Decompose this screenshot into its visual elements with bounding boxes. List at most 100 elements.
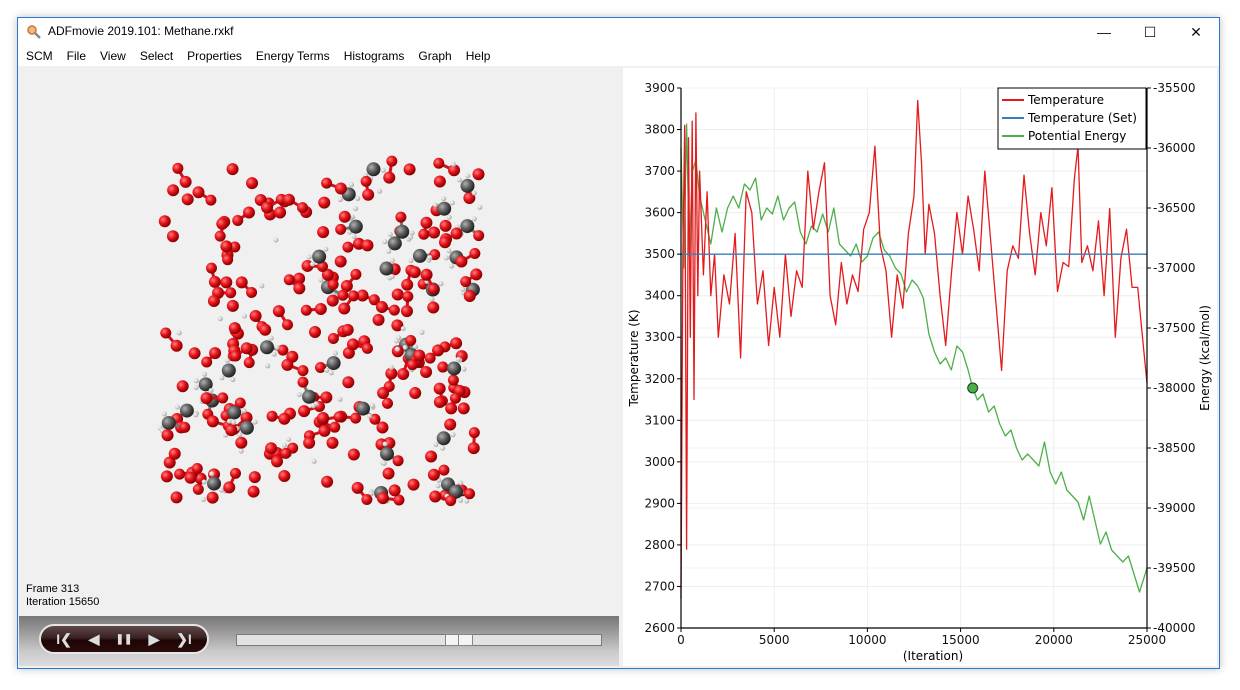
hydrogen-atom bbox=[174, 404, 180, 410]
menu-scm[interactable]: SCM bbox=[18, 46, 60, 66]
current-frame-marker bbox=[967, 382, 979, 394]
oxygen-atom bbox=[283, 274, 295, 286]
oxygen-atom bbox=[455, 255, 468, 268]
hydrogen-atom bbox=[465, 173, 471, 179]
legend[interactable]: Temperature Temperature (Set) Potential En… bbox=[997, 87, 1147, 150]
y-tick-label: 3600 bbox=[644, 206, 675, 220]
hydrogen-atom bbox=[389, 258, 395, 264]
hydrogen-atom bbox=[324, 367, 330, 373]
carbon-atom bbox=[161, 415, 176, 430]
oxygen-atom bbox=[170, 491, 183, 504]
oxygen-atom bbox=[220, 276, 233, 289]
oxygen-atom bbox=[457, 402, 470, 415]
oxygen-atom bbox=[176, 380, 189, 393]
carbon-atom bbox=[379, 261, 394, 276]
hydrogen-atom bbox=[438, 281, 444, 287]
oxygen-atom bbox=[274, 206, 287, 219]
oxygen-atom bbox=[386, 155, 398, 167]
temperature-line bbox=[680, 99, 1148, 599]
previous-frame-button[interactable]: ◀ bbox=[83, 631, 105, 648]
oxygen-atom bbox=[229, 467, 241, 479]
last-frame-button[interactable]: ❯I bbox=[173, 631, 195, 648]
menu-select[interactable]: Select bbox=[133, 46, 180, 66]
oxygen-atom bbox=[361, 239, 374, 252]
oxygen-atom bbox=[320, 391, 333, 404]
oxygen-atom bbox=[468, 427, 480, 439]
energy-temperature-chart[interactable]: 2600 2700 2800 2900 3000 3100 3200 3300 3400 3500… bbox=[623, 68, 1217, 666]
oxygen-atom bbox=[427, 301, 440, 314]
maximize-icon: ☐ bbox=[1143, 23, 1157, 40]
molecule-viewer[interactable]: Frame 313 Iteration 15650 I❮ ◀ ❚❚ ▶ ❯I bbox=[19, 68, 619, 666]
oxygen-atom bbox=[225, 424, 238, 437]
molecule-canvas[interactable] bbox=[19, 68, 619, 588]
oxygen-atom bbox=[420, 216, 433, 229]
menu-help[interactable]: Help bbox=[459, 46, 498, 66]
hydrogen-atom bbox=[394, 338, 400, 344]
oxygen-atom bbox=[438, 464, 450, 476]
menu-histograms[interactable]: Histograms bbox=[337, 46, 412, 66]
maximize-button[interactable]: ☐ bbox=[1127, 18, 1173, 46]
menu-energy-terms[interactable]: Energy Terms bbox=[249, 46, 337, 66]
oxygen-atom bbox=[470, 268, 483, 281]
close-icon: ✕ bbox=[1190, 23, 1202, 40]
carbon-atom bbox=[395, 224, 410, 239]
oxygen-atom bbox=[418, 228, 430, 240]
oxygen-atom bbox=[439, 219, 452, 232]
oxygen-atom bbox=[425, 450, 438, 463]
carbon-atom bbox=[260, 340, 275, 355]
first-frame-button[interactable]: I❮ bbox=[53, 631, 75, 648]
hydrogen-atom bbox=[387, 231, 393, 237]
oxygen-atom bbox=[472, 168, 485, 181]
next-frame-button[interactable]: ▶ bbox=[143, 631, 165, 648]
hydrogen-atom bbox=[161, 411, 167, 417]
y-tick-label: 2800 bbox=[644, 538, 675, 552]
oxygen-atom bbox=[405, 335, 417, 347]
oxygen-atom bbox=[450, 337, 463, 350]
hydrogen-atom bbox=[382, 441, 388, 447]
minimize-button[interactable]: — bbox=[1081, 18, 1127, 46]
hydrogen-atom bbox=[367, 413, 373, 419]
legend-label[interactable]: Temperature bbox=[1027, 93, 1104, 107]
hydrogen-atom bbox=[193, 378, 199, 384]
hydrogen-atom bbox=[460, 286, 466, 292]
oxygen-atom bbox=[265, 442, 278, 455]
frame-slider[interactable] bbox=[236, 634, 602, 646]
hydrogen-atom bbox=[443, 255, 449, 261]
oxygen-atom bbox=[208, 275, 221, 288]
hydrogen-atom bbox=[296, 392, 302, 398]
carbon-atom bbox=[326, 356, 341, 371]
oxygen-atom bbox=[293, 282, 306, 295]
x-tick-label: 25000 bbox=[1128, 633, 1166, 647]
hydrogen-atom bbox=[456, 177, 462, 183]
menu-properties[interactable]: Properties bbox=[180, 46, 249, 66]
frame-slider-thumb[interactable] bbox=[445, 634, 473, 646]
oxygen-atom bbox=[361, 493, 373, 505]
pause-button[interactable]: ❚❚ bbox=[113, 634, 135, 645]
hydrogen-atom bbox=[306, 254, 312, 260]
legend-label[interactable]: Potential Energy bbox=[1028, 129, 1126, 143]
hydrogen-atom bbox=[286, 437, 292, 443]
hydrogen-atom bbox=[219, 487, 225, 493]
oxygen-atom bbox=[391, 288, 404, 301]
menu-graph[interactable]: Graph bbox=[411, 46, 458, 66]
oxygen-atom bbox=[395, 211, 407, 223]
oxygen-atom bbox=[259, 323, 272, 336]
hydrogen-atom bbox=[201, 479, 207, 485]
axes: 2600 2700 2800 2900 3000 3100 3200 3300 3400 3500… bbox=[644, 81, 1195, 647]
oxygen-atom bbox=[226, 163, 239, 176]
close-button[interactable]: ✕ bbox=[1173, 18, 1219, 46]
hydrogen-atom bbox=[427, 255, 433, 261]
y-tick-label: 3400 bbox=[644, 289, 675, 303]
oxygen-atom bbox=[278, 470, 291, 483]
carbon-atom bbox=[355, 401, 370, 416]
hydrogen-atom bbox=[230, 377, 236, 383]
hydrogen-atom bbox=[309, 261, 315, 267]
hydrogen-atom bbox=[432, 202, 438, 208]
hydrogen-atom bbox=[268, 335, 274, 341]
hydrogen-atom bbox=[353, 206, 359, 212]
y-tick-label: 2600 bbox=[644, 621, 675, 635]
oxygen-atom bbox=[445, 495, 457, 507]
menu-view[interactable]: View bbox=[93, 46, 133, 66]
legend-label[interactable]: Temperature (Set) bbox=[1027, 111, 1137, 125]
menu-file[interactable]: File bbox=[60, 46, 93, 66]
